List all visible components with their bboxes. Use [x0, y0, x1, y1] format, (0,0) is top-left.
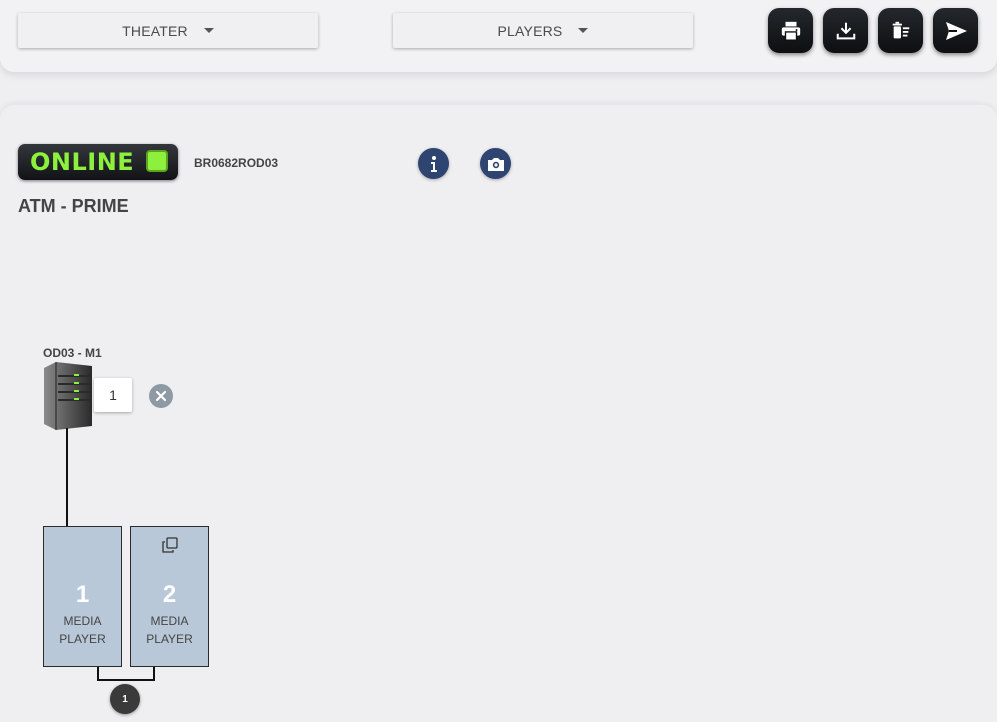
media-player-number: 1	[75, 581, 90, 608]
players-dropdown-label: PLAYERS	[497, 22, 563, 39]
duplicate-icon[interactable]	[162, 537, 178, 553]
status-badge: ONLINE	[18, 144, 178, 180]
device-serial: BR0682ROD03	[194, 156, 279, 170]
print-button[interactable]	[768, 8, 813, 53]
media-player-number: 2	[162, 581, 177, 608]
status-led	[146, 150, 168, 172]
remove-server-button[interactable]	[149, 384, 173, 408]
camera-button[interactable]	[480, 148, 511, 179]
media-player-label: MEDIA PLAYER	[59, 614, 106, 646]
connection-line	[66, 428, 68, 526]
top-toolbar: THEATER PLAYERS	[0, 0, 997, 72]
download-button[interactable]	[823, 8, 868, 53]
download-icon	[836, 22, 855, 39]
theater-dropdown[interactable]: THEATER	[18, 13, 318, 48]
status-label: ONLINE	[30, 148, 135, 176]
group-count-badge[interactable]: 1	[110, 684, 140, 714]
info-icon	[430, 155, 437, 172]
send-icon	[945, 21, 967, 40]
server-count[interactable]: 1	[94, 378, 132, 412]
close-icon	[155, 390, 167, 402]
camera-icon	[487, 157, 504, 171]
theater-dropdown-label: THEATER	[122, 22, 188, 39]
server-label: OD03 - M1	[43, 346, 102, 360]
caret-down-icon	[203, 28, 214, 33]
send-button[interactable]	[933, 8, 978, 53]
server-icon	[44, 362, 92, 430]
players-dropdown[interactable]: PLAYERS	[393, 13, 693, 48]
media-player-label: MEDIA PLAYER	[146, 614, 193, 646]
delete-list-icon	[892, 21, 909, 38]
site-name: ATM - PRIME	[18, 196, 129, 216]
info-button[interactable]	[418, 148, 449, 179]
caret-down-icon	[578, 28, 589, 33]
group-bracket	[97, 667, 155, 681]
delete-list-button[interactable]	[878, 8, 923, 53]
media-player-2[interactable]: 2 MEDIA PLAYER	[130, 526, 209, 667]
media-player-1[interactable]: 1 MEDIA PLAYER	[43, 526, 122, 667]
print-icon	[781, 21, 800, 41]
